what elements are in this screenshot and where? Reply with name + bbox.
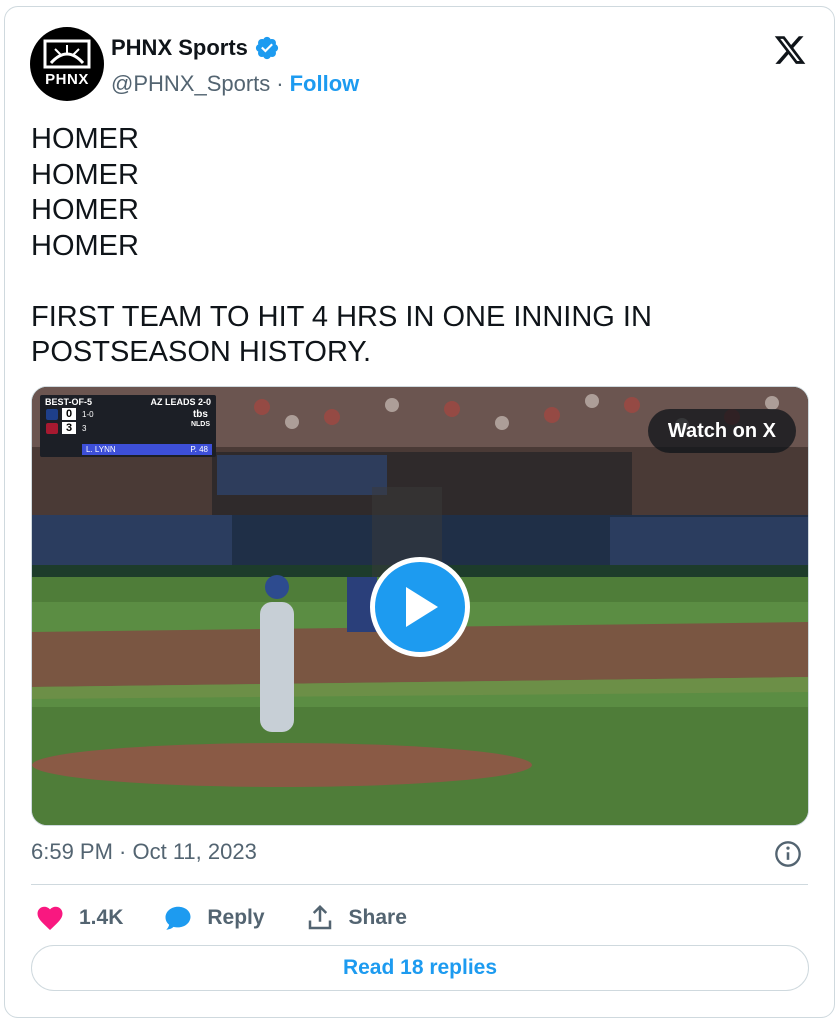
- away-score: 0: [62, 408, 76, 420]
- dodgers-logo-icon: [46, 408, 58, 420]
- like-button[interactable]: 1.4K: [35, 903, 123, 933]
- tweet-line: HOMER: [31, 158, 139, 191]
- network-logo: tbs NLDS: [191, 410, 210, 430]
- video-player[interactable]: BEST-OF-5 AZ LEADS 2-0 0 1-0 3 3 tbs NLD…: [31, 386, 809, 826]
- count: 1-0: [82, 409, 94, 419]
- tweet-actions: 1.4K Reply Share: [35, 903, 447, 933]
- tweet-line: POSTSEASON HISTORY.: [31, 336, 372, 368]
- tweet-line: HOMER: [31, 123, 139, 155]
- like-count: 1.4K: [79, 906, 124, 929]
- author-name-row: PHNX Sports: [111, 35, 280, 61]
- scorebug-status: AZ LEADS 2-0: [150, 397, 211, 407]
- share-button[interactable]: Share: [305, 903, 407, 933]
- share-icon: [308, 904, 331, 930]
- pitch-count: P. 48: [190, 445, 208, 454]
- pitcher-name: L. LYNN: [86, 445, 116, 454]
- tweet-timestamp[interactable]: 6:59 PM · Oct 11, 2023: [31, 839, 257, 865]
- tweet-text: HOMER HOMER HOMER HOMER FIRST TEAM TO HI…: [31, 122, 811, 371]
- pitcher-bar: L. LYNN P. 48: [82, 444, 212, 455]
- x-logo-icon[interactable]: [772, 33, 808, 67]
- phnx-logo-icon: [43, 39, 91, 69]
- play-button[interactable]: [370, 557, 470, 657]
- heart-icon: [37, 906, 63, 930]
- author-handle[interactable]: @PHNX_Sports: [111, 71, 270, 97]
- follow-button[interactable]: Follow: [290, 71, 360, 97]
- verified-badge-icon: [255, 36, 279, 60]
- read-replies-button[interactable]: Read 18 replies: [31, 945, 809, 991]
- avatar[interactable]: PHNX: [30, 27, 104, 101]
- reply-button[interactable]: Reply: [163, 903, 265, 933]
- tweet-line: FIRST TEAM TO HIT 4 HRS IN ONE INNING IN: [31, 300, 652, 333]
- pitch-speed: 3: [82, 423, 87, 433]
- handle-separator: ·: [276, 71, 284, 96]
- scorebug-series: BEST-OF-5: [45, 397, 93, 407]
- play-icon: [406, 587, 438, 627]
- home-score: 3: [62, 422, 76, 434]
- watch-on-x-button[interactable]: Watch on X: [647, 409, 796, 453]
- scorebug: BEST-OF-5 AZ LEADS 2-0 0 1-0 3 3 tbs NLD…: [40, 395, 216, 457]
- round-name: NLDS: [190, 421, 210, 428]
- tweet-line: HOMER: [31, 194, 139, 226]
- share-label: Share: [348, 906, 407, 929]
- reply-label: Reply: [207, 906, 265, 929]
- tweet-line: HOMER: [31, 229, 139, 262]
- reply-bubble-icon: [165, 906, 191, 930]
- info-icon[interactable]: [774, 840, 802, 868]
- avatar-logo-text: PHNX: [45, 71, 89, 88]
- author-handle-row: @PHNX_Sports · Follow: [111, 71, 359, 97]
- divider: [31, 884, 808, 885]
- tweet-card: PHNX PHNX Sports @PHNX_Sports · Follow H…: [4, 6, 835, 1018]
- author-display-name[interactable]: PHNX Sports: [111, 35, 248, 61]
- diamondbacks-logo-icon: [46, 422, 58, 434]
- network-name: tbs: [192, 409, 208, 420]
